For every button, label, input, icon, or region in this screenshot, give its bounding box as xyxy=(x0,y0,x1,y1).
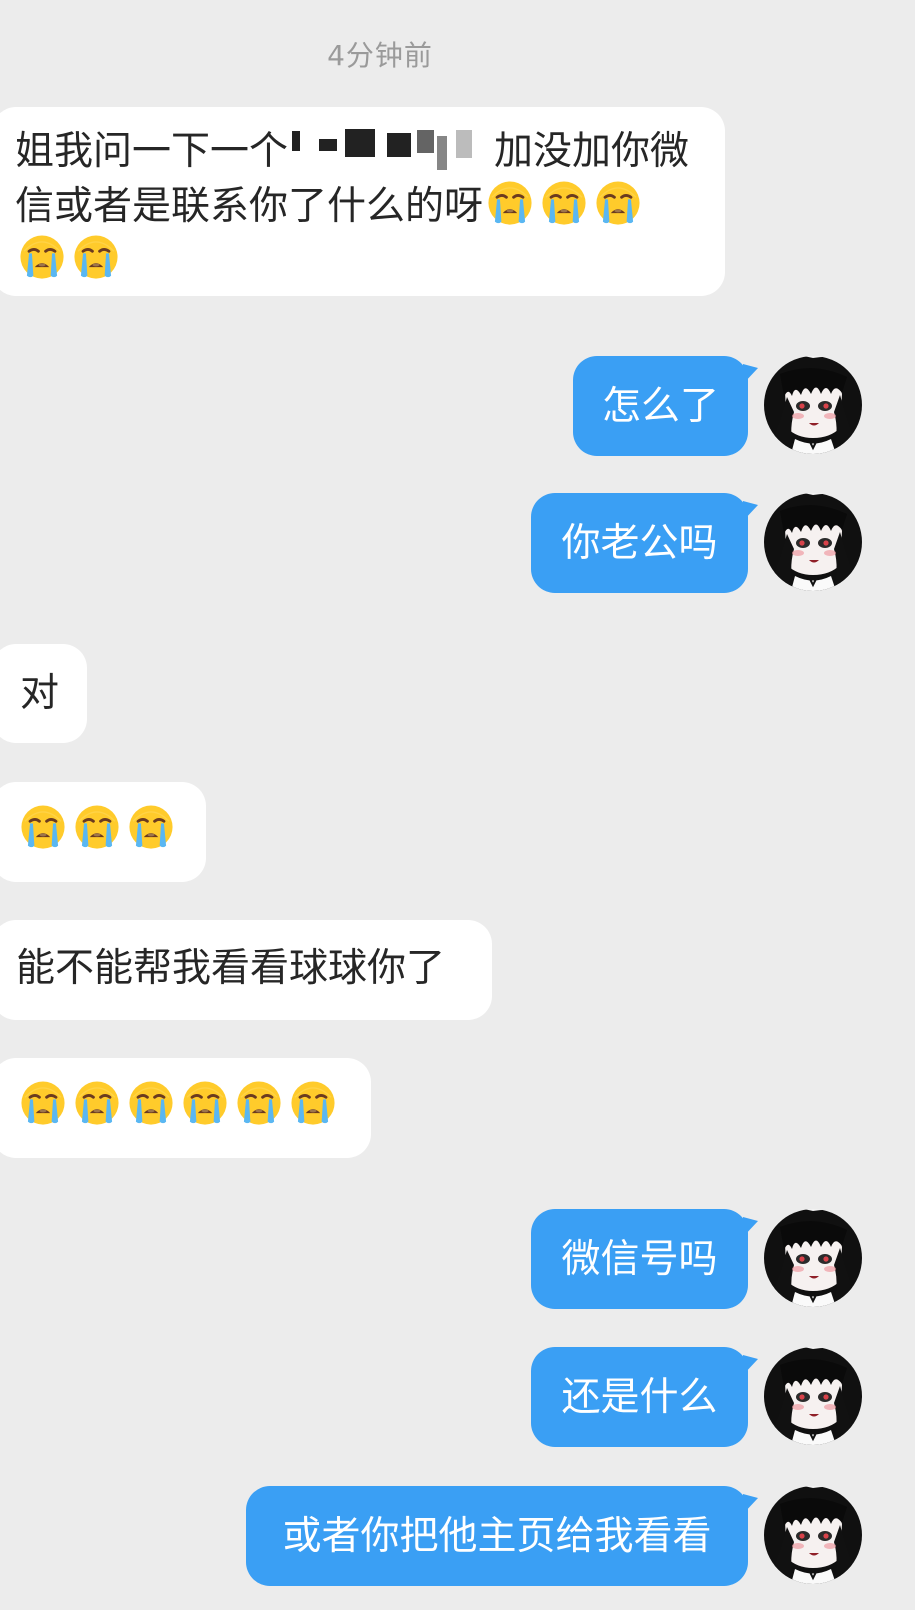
loudly-crying-face-icon xyxy=(20,804,66,850)
loudly-crying-face-icon xyxy=(487,180,533,226)
message-text: 微信号吗 xyxy=(561,1237,718,1282)
redacted-name-block xyxy=(284,127,499,180)
message-text: 还是什么 xyxy=(561,1375,718,1420)
message-text-suffix: 加没加你微 xyxy=(494,129,690,174)
message-timestamp: 4分钟前 xyxy=(327,39,433,72)
anime-girl-avatar xyxy=(764,1486,862,1584)
message-text: 你老公吗 xyxy=(561,521,718,566)
loudly-crying-face-icon xyxy=(128,1080,174,1126)
loudly-crying-face-icon xyxy=(74,1080,120,1126)
message-text-prefix: 姐我问一下一个 xyxy=(15,129,289,174)
message-bubble-outgoing[interactable]: 你老公吗 xyxy=(531,493,758,593)
message-bubble-outgoing[interactable]: 怎么了 xyxy=(573,356,758,456)
anime-girl-avatar xyxy=(764,493,862,591)
user-avatar[interactable] xyxy=(764,1209,862,1307)
loudly-crying-face-icon xyxy=(236,1080,282,1126)
user-avatar[interactable] xyxy=(764,356,862,454)
loudly-crying-face-icon xyxy=(290,1080,336,1126)
loudly-crying-face-icon xyxy=(19,234,65,280)
loudly-crying-face-icon xyxy=(73,234,119,280)
message-text-line-2: 信或者是联系你了什么的呀 xyxy=(15,183,484,229)
message-text: 能不能帮我看看球球你了 xyxy=(16,946,446,991)
message-bubble-incoming[interactable]: 能不能帮我看看球球你了 xyxy=(0,920,492,1020)
message-bubble-incoming[interactable]: 对 xyxy=(0,644,87,743)
anime-girl-avatar xyxy=(764,1209,862,1307)
message-bubble-outgoing[interactable]: 微信号吗 xyxy=(531,1209,758,1309)
message-text: 对 xyxy=(19,671,59,716)
message-bubble-incoming[interactable] xyxy=(0,782,206,882)
loudly-crying-face-icon xyxy=(74,804,120,850)
message-bubble-outgoing[interactable]: 或者你把他主页给我看看 xyxy=(246,1486,758,1586)
loudly-crying-face-icon xyxy=(20,1080,66,1126)
anime-girl-avatar xyxy=(764,356,862,454)
message-bubble-incoming[interactable] xyxy=(0,1058,371,1158)
loudly-crying-face-icon xyxy=(541,180,587,226)
message-bubble-incoming[interactable]: 姐我问一下一个 加没加你微 信或者是联系你了什么的呀 xyxy=(0,107,725,296)
user-avatar[interactable] xyxy=(764,1486,862,1584)
message-text: 或者你把他主页给我看看 xyxy=(282,1514,712,1559)
chat-screen: 4分钟前 姐我问一下一个 加没加你微 信或者是联系你了什么的呀 怎么了 你老公吗 … xyxy=(0,0,915,1610)
loudly-crying-face-icon xyxy=(182,1080,228,1126)
loudly-crying-face-icon xyxy=(128,804,174,850)
loudly-crying-face-icon xyxy=(595,180,641,226)
message-text: 怎么了 xyxy=(601,384,719,429)
message-bubble-outgoing[interactable]: 还是什么 xyxy=(531,1347,758,1447)
user-avatar[interactable] xyxy=(764,493,862,591)
user-avatar[interactable] xyxy=(764,1347,862,1445)
anime-girl-avatar xyxy=(764,1347,862,1445)
